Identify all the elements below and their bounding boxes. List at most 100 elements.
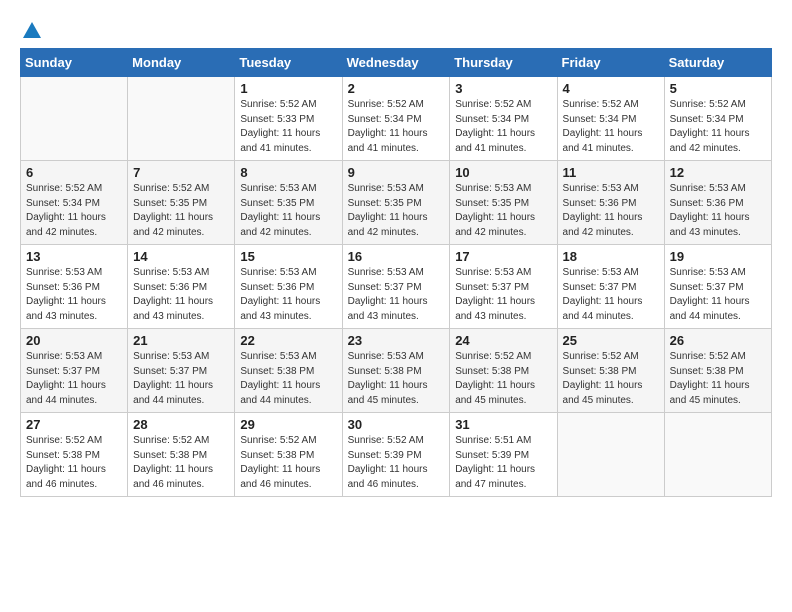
day-info: Sunrise: 5:53 AM Sunset: 5:37 PM Dayligh… bbox=[348, 266, 445, 324]
day-number: 7 bbox=[133, 165, 229, 180]
day-number: 15 bbox=[240, 249, 336, 264]
page-header bbox=[20, 20, 772, 38]
weekday-header-tuesday: Tuesday bbox=[235, 49, 342, 77]
day-cell: 22Sunrise: 5:53 AM Sunset: 5:38 PM Dayli… bbox=[235, 329, 342, 413]
day-number: 14 bbox=[133, 249, 229, 264]
week-row-2: 6 Sunrise: 5:52 AM Sunset: 5:34 PM Daylig… bbox=[21, 161, 772, 245]
day-info: Sunrise: 5:52 AM Sunset: 5:34 PM Dayligh… bbox=[26, 182, 122, 240]
day-info: Sunrise: 5:53 AM Sunset: 5:35 PM Dayligh… bbox=[455, 182, 551, 240]
day-number: 3 bbox=[455, 81, 551, 96]
day-info: Sunrise: 5:52 AM Sunset: 5:38 PM Dayligh… bbox=[670, 350, 766, 408]
weekday-header-row: SundayMondayTuesdayWednesdayThursdayFrid… bbox=[21, 49, 772, 77]
day-cell: 7 Sunrise: 5:52 AM Sunset: 5:35 PM Daylig… bbox=[128, 161, 235, 245]
day-cell: 1 Sunrise: 5:52 AM Sunset: 5:33 PM Daylig… bbox=[235, 77, 342, 161]
weekday-header-thursday: Thursday bbox=[450, 49, 557, 77]
weekday-header-wednesday: Wednesday bbox=[342, 49, 450, 77]
day-cell: 13 Sunrise: 5:53 AM Sunset: 5:36 PM Dayli… bbox=[21, 245, 128, 329]
day-number: 31 bbox=[455, 417, 551, 432]
day-number: 4 bbox=[563, 81, 659, 96]
day-info: Sunrise: 5:53 AM Sunset: 5:36 PM Dayligh… bbox=[563, 182, 659, 240]
day-number: 24 bbox=[455, 333, 551, 348]
day-cell: 31Sunrise: 5:51 AM Sunset: 5:39 PM Dayli… bbox=[450, 413, 557, 497]
logo-icon bbox=[21, 20, 43, 42]
logo bbox=[20, 20, 44, 38]
day-info: Sunrise: 5:53 AM Sunset: 5:36 PM Dayligh… bbox=[240, 266, 336, 324]
day-info: Sunrise: 5:53 AM Sunset: 5:35 PM Dayligh… bbox=[348, 182, 445, 240]
day-info: Sunrise: 5:53 AM Sunset: 5:37 PM Dayligh… bbox=[563, 266, 659, 324]
day-cell: 27 Sunrise: 5:52 AM Sunset: 5:38 PM Dayli… bbox=[21, 413, 128, 497]
day-cell: 28 Sunrise: 5:52 AM Sunset: 5:38 PM Dayli… bbox=[128, 413, 235, 497]
day-number: 21 bbox=[133, 333, 229, 348]
week-row-1: 1 Sunrise: 5:52 AM Sunset: 5:33 PM Daylig… bbox=[21, 77, 772, 161]
day-info: Sunrise: 5:52 AM Sunset: 5:38 PM Dayligh… bbox=[240, 434, 336, 492]
day-info: Sunrise: 5:53 AM Sunset: 5:35 PM Dayligh… bbox=[240, 182, 336, 240]
day-cell: 19 Sunrise: 5:53 AM Sunset: 5:37 PM Dayli… bbox=[664, 245, 771, 329]
day-number: 28 bbox=[133, 417, 229, 432]
day-cell: 30Sunrise: 5:52 AM Sunset: 5:39 PM Dayli… bbox=[342, 413, 450, 497]
day-cell bbox=[557, 413, 664, 497]
day-number: 16 bbox=[348, 249, 445, 264]
calendar: SundayMondayTuesdayWednesdayThursdayFrid… bbox=[20, 48, 772, 497]
day-info: Sunrise: 5:52 AM Sunset: 5:35 PM Dayligh… bbox=[133, 182, 229, 240]
week-row-4: 20Sunrise: 5:53 AM Sunset: 5:37 PM Dayli… bbox=[21, 329, 772, 413]
day-cell: 12Sunrise: 5:53 AM Sunset: 5:36 PM Dayli… bbox=[664, 161, 771, 245]
day-info: Sunrise: 5:53 AM Sunset: 5:37 PM Dayligh… bbox=[26, 350, 122, 408]
day-cell: 5 Sunrise: 5:52 AM Sunset: 5:34 PM Daylig… bbox=[664, 77, 771, 161]
day-number: 10 bbox=[455, 165, 551, 180]
day-number: 1 bbox=[240, 81, 336, 96]
day-cell: 25Sunrise: 5:52 AM Sunset: 5:38 PM Dayli… bbox=[557, 329, 664, 413]
day-cell: 29 Sunrise: 5:52 AM Sunset: 5:38 PM Dayli… bbox=[235, 413, 342, 497]
day-number: 29 bbox=[240, 417, 336, 432]
week-row-3: 13 Sunrise: 5:53 AM Sunset: 5:36 PM Dayli… bbox=[21, 245, 772, 329]
day-info: Sunrise: 5:52 AM Sunset: 5:34 PM Dayligh… bbox=[455, 98, 551, 156]
day-cell: 4 Sunrise: 5:52 AM Sunset: 5:34 PM Daylig… bbox=[557, 77, 664, 161]
day-cell: 24 Sunrise: 5:52 AM Sunset: 5:38 PM Dayli… bbox=[450, 329, 557, 413]
day-cell: 21 Sunrise: 5:53 AM Sunset: 5:37 PM Dayli… bbox=[128, 329, 235, 413]
day-number: 12 bbox=[670, 165, 766, 180]
day-info: Sunrise: 5:52 AM Sunset: 5:38 PM Dayligh… bbox=[26, 434, 122, 492]
day-number: 13 bbox=[26, 249, 122, 264]
day-info: Sunrise: 5:53 AM Sunset: 5:37 PM Dayligh… bbox=[455, 266, 551, 324]
day-cell: 2 Sunrise: 5:52 AM Sunset: 5:34 PM Daylig… bbox=[342, 77, 450, 161]
day-cell: 18Sunrise: 5:53 AM Sunset: 5:37 PM Dayli… bbox=[557, 245, 664, 329]
day-info: Sunrise: 5:52 AM Sunset: 5:38 PM Dayligh… bbox=[455, 350, 551, 408]
week-row-5: 27 Sunrise: 5:52 AM Sunset: 5:38 PM Dayli… bbox=[21, 413, 772, 497]
day-cell: 11 Sunrise: 5:53 AM Sunset: 5:36 PM Dayli… bbox=[557, 161, 664, 245]
day-info: Sunrise: 5:52 AM Sunset: 5:38 PM Dayligh… bbox=[133, 434, 229, 492]
day-number: 5 bbox=[670, 81, 766, 96]
day-info: Sunrise: 5:52 AM Sunset: 5:34 PM Dayligh… bbox=[563, 98, 659, 156]
day-number: 8 bbox=[240, 165, 336, 180]
day-cell: 6 Sunrise: 5:52 AM Sunset: 5:34 PM Daylig… bbox=[21, 161, 128, 245]
day-number: 11 bbox=[563, 165, 659, 180]
day-info: Sunrise: 5:52 AM Sunset: 5:34 PM Dayligh… bbox=[348, 98, 445, 156]
day-info: Sunrise: 5:52 AM Sunset: 5:38 PM Dayligh… bbox=[563, 350, 659, 408]
day-number: 9 bbox=[348, 165, 445, 180]
day-cell: 15 Sunrise: 5:53 AM Sunset: 5:36 PM Dayli… bbox=[235, 245, 342, 329]
day-cell bbox=[128, 77, 235, 161]
weekday-header-sunday: Sunday bbox=[21, 49, 128, 77]
day-number: 27 bbox=[26, 417, 122, 432]
day-info: Sunrise: 5:53 AM Sunset: 5:38 PM Dayligh… bbox=[240, 350, 336, 408]
day-info: Sunrise: 5:52 AM Sunset: 5:34 PM Dayligh… bbox=[670, 98, 766, 156]
day-number: 23 bbox=[348, 333, 445, 348]
day-cell: 20Sunrise: 5:53 AM Sunset: 5:37 PM Dayli… bbox=[21, 329, 128, 413]
day-cell: 23Sunrise: 5:53 AM Sunset: 5:38 PM Dayli… bbox=[342, 329, 450, 413]
day-cell: 10 Sunrise: 5:53 AM Sunset: 5:35 PM Dayli… bbox=[450, 161, 557, 245]
day-info: Sunrise: 5:53 AM Sunset: 5:37 PM Dayligh… bbox=[670, 266, 766, 324]
day-info: Sunrise: 5:53 AM Sunset: 5:36 PM Dayligh… bbox=[26, 266, 122, 324]
day-info: Sunrise: 5:53 AM Sunset: 5:37 PM Dayligh… bbox=[133, 350, 229, 408]
day-cell: 26Sunrise: 5:52 AM Sunset: 5:38 PM Dayli… bbox=[664, 329, 771, 413]
day-number: 17 bbox=[455, 249, 551, 264]
day-number: 30 bbox=[348, 417, 445, 432]
day-number: 2 bbox=[348, 81, 445, 96]
day-cell bbox=[664, 413, 771, 497]
day-cell bbox=[21, 77, 128, 161]
day-number: 6 bbox=[26, 165, 122, 180]
day-cell: 14 Sunrise: 5:53 AM Sunset: 5:36 PM Dayli… bbox=[128, 245, 235, 329]
day-cell: 16 Sunrise: 5:53 AM Sunset: 5:37 PM Dayli… bbox=[342, 245, 450, 329]
day-number: 19 bbox=[670, 249, 766, 264]
day-info: Sunrise: 5:53 AM Sunset: 5:36 PM Dayligh… bbox=[133, 266, 229, 324]
weekday-header-friday: Friday bbox=[557, 49, 664, 77]
day-info: Sunrise: 5:52 AM Sunset: 5:33 PM Dayligh… bbox=[240, 98, 336, 156]
day-cell: 3 Sunrise: 5:52 AM Sunset: 5:34 PM Daylig… bbox=[450, 77, 557, 161]
